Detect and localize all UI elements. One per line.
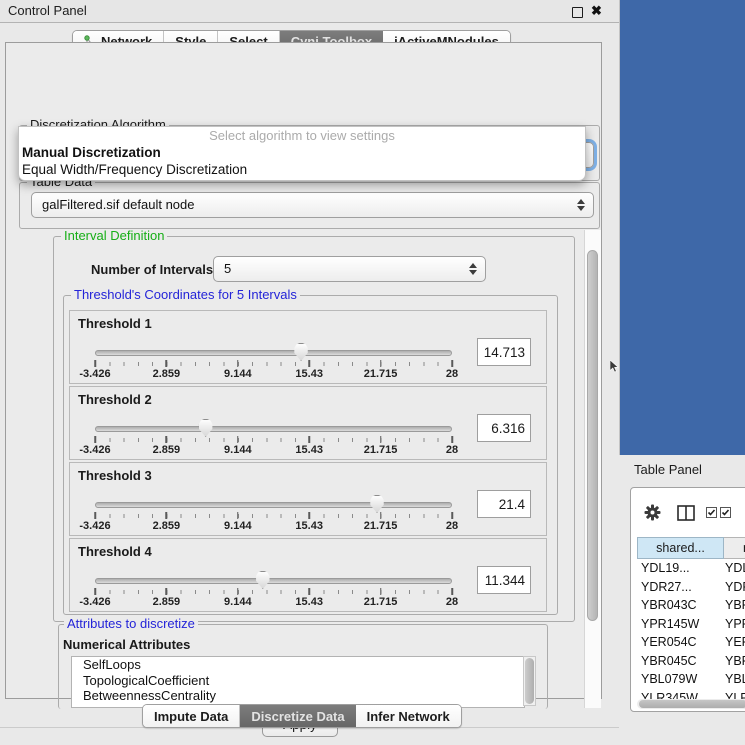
threshold-panel: Threshold 3-3.4262.8599.14415.4321.71528… [69, 462, 547, 536]
numerical-attributes-label: Numerical Attributes [63, 637, 190, 652]
table-horizontal-scrollbar[interactable] [637, 699, 745, 709]
settings-vertical-scrollbar[interactable] [584, 230, 601, 708]
node-table: shared... na YDL19...YDL1YDR27...YDR2YBR… [630, 487, 745, 712]
table-row[interactable]: YBL079WYBL0 [637, 670, 745, 689]
table-row[interactable]: YPR145WYPR1 [637, 615, 745, 634]
slider-tick-label: 2.859 [153, 444, 181, 456]
threshold-panel: Threshold 2-3.4262.8599.14415.4321.71528… [69, 386, 547, 460]
threshold-panel: Threshold 1-3.4262.8599.14415.4321.71528… [69, 310, 547, 384]
slider-tick-label: 15.43 [295, 444, 323, 456]
numerical-attributes-list[interactable]: SelfLoopsTopologicalCoefficientBetweenne… [71, 656, 525, 708]
table-row[interactable]: YDL19...YDL1 [637, 559, 745, 578]
slider-tick-label: 28 [446, 444, 458, 456]
slider-tick-label: -3.426 [79, 596, 110, 608]
threshold-value-field[interactable]: 14.713 [477, 338, 531, 366]
slider-tick-label: 28 [446, 520, 458, 532]
slider-tick-label: 15.43 [295, 368, 323, 380]
scrollbar-thumb[interactable] [639, 700, 745, 708]
column-selector-icon[interactable] [677, 505, 695, 521]
checkbox-checked-icon [720, 507, 731, 518]
attribute-list-item[interactable]: SelfLoops [72, 657, 524, 673]
column-header-name[interactable]: na [724, 537, 745, 559]
table-row[interactable]: YLR345WYLR3 [637, 689, 745, 700]
slider-tick-label: -3.426 [79, 368, 110, 380]
slider-thumb-icon[interactable] [293, 343, 309, 361]
table-row[interactable]: YBR043CYBR0 [637, 596, 745, 615]
slider-thumb-icon[interactable] [255, 571, 271, 589]
threshold-slider[interactable]: -3.4262.8599.14415.4321.71528 [95, 539, 452, 611]
bottom-tab-bar: Impute Data Discretize Data Infer Networ… [142, 704, 462, 728]
table-panel-title: Table Panel [634, 462, 702, 477]
application-window: Control Panel ✖ Network Style Select Cyn… [0, 0, 745, 745]
threshold-slider[interactable]: -3.4262.8599.14415.4321.71528 [95, 311, 452, 383]
network-desktop-background: GAL80GALCGAL11GAL4GCY1HHAP2 [619, 0, 745, 455]
slider-tick-label: 9.144 [224, 520, 252, 532]
table-data-combobox[interactable]: galFiltered.sif default node [31, 192, 594, 218]
combobox-stepper-icon [469, 262, 478, 276]
slider-tick-label: 2.859 [153, 368, 181, 380]
table-row[interactable]: YDR27...YDR2 [637, 578, 745, 597]
threshold-slider[interactable]: -3.4262.8599.14415.4321.71528 [95, 387, 452, 459]
slider-thumb-icon[interactable] [198, 419, 214, 437]
algorithm-option-manual[interactable]: Manual Discretization [19, 144, 585, 161]
slider-tick-label: 2.859 [153, 596, 181, 608]
slider-tick-label: 21.715 [364, 368, 398, 380]
table-panel: Table Panel [619, 455, 745, 745]
attribute-list-item[interactable]: TopologicalCoefficient [72, 673, 524, 689]
number-of-intervals-value: 5 [224, 261, 231, 276]
control-panel-titlebar: Control Panel ✖ [0, 0, 619, 23]
tab-infer-network[interactable]: Infer Network [356, 705, 461, 727]
threshold-slider[interactable]: -3.4262.8599.14415.4321.71528 [95, 463, 452, 535]
close-icon[interactable]: ✖ [591, 3, 602, 19]
cyni-toolbox-panel: Discretization Algorithm Table Data galF… [5, 42, 602, 699]
slider-thumb-icon[interactable] [369, 495, 385, 513]
threshold-value-field[interactable]: 6.316 [477, 414, 531, 442]
slider-tick-label: 21.715 [364, 520, 398, 532]
attributes-group-title: Attributes to discretize [64, 617, 198, 631]
slider-tick-label: 21.715 [364, 444, 398, 456]
slider-tick-label: -3.426 [79, 520, 110, 532]
gear-icon[interactable] [644, 504, 661, 521]
control-panel-title: Control Panel [8, 3, 87, 18]
slider-tick-label: 28 [446, 596, 458, 608]
table-row[interactable]: YBR045CYBR0 [637, 652, 745, 671]
algorithm-placeholder-option[interactable]: Select algorithm to view settings [19, 127, 585, 144]
float-window-icon[interactable] [572, 7, 583, 18]
slider-tick-label: 15.43 [295, 596, 323, 608]
combobox-stepper-icon [577, 198, 586, 212]
checkbox-icons[interactable] [706, 507, 731, 518]
scrollbar-thumb[interactable] [525, 658, 534, 704]
slider-tick-label: 9.144 [224, 444, 252, 456]
slider-tick-label: 9.144 [224, 368, 252, 380]
checkbox-checked-icon [706, 507, 717, 518]
interval-definition-title: Interval Definition [61, 229, 167, 243]
slider-tick-label: 28 [446, 368, 458, 380]
algorithm-option-equal-width[interactable]: Equal Width/Frequency Discretization [19, 161, 585, 178]
slider-tick-label: 15.43 [295, 520, 323, 532]
threshold-list: Threshold 1-3.4262.8599.14415.4321.71528… [69, 310, 547, 612]
scrollbar-thumb[interactable] [587, 250, 598, 621]
slider-tick-label: 21.715 [364, 596, 398, 608]
table-rows: YDL19...YDL1YDR27...YDR2YBR043CYBR0YPR14… [637, 559, 745, 699]
attributes-list-scrollbar[interactable] [523, 656, 536, 706]
table-row[interactable]: YER054CYER0 [637, 633, 745, 652]
threshold-value-field[interactable]: 11.344 [477, 566, 531, 594]
table-data-combobox-value: galFiltered.sif default node [42, 197, 194, 212]
threshold-coordinates-title: Threshold's Coordinates for 5 Intervals [71, 288, 300, 302]
slider-tick-label: 9.144 [224, 596, 252, 608]
threshold-panel: Threshold 4-3.4262.8599.14415.4321.71528… [69, 538, 547, 612]
column-header-shared-name[interactable]: shared... [637, 537, 724, 559]
attribute-list-item[interactable]: BetweennessCentrality [72, 688, 524, 704]
tab-discretize-data[interactable]: Discretize Data [240, 705, 355, 727]
slider-tick-label: -3.426 [79, 444, 110, 456]
threshold-value-field[interactable]: 21.4 [477, 490, 531, 518]
slider-tick-label: 2.859 [153, 520, 181, 532]
tab-impute-data[interactable]: Impute Data [143, 705, 240, 727]
table-data-group: Table Data galFiltered.sif default node [19, 182, 600, 229]
number-of-intervals-label: Number of Intervals [91, 262, 213, 277]
number-of-intervals-combobox[interactable]: 5 [213, 256, 486, 282]
algorithm-dropdown-popup: Select algorithm to view settings Manual… [18, 126, 586, 181]
